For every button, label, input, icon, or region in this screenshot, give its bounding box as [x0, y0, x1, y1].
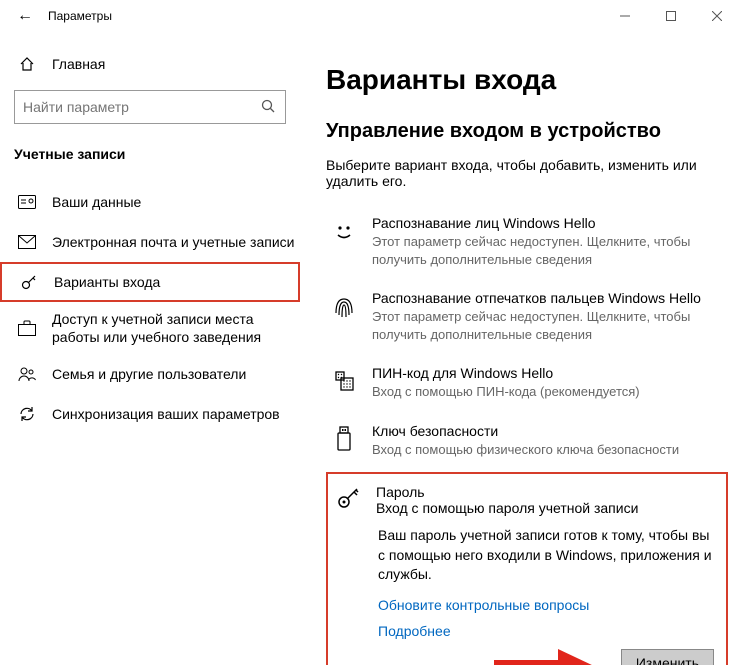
main-content: Варианты входа Управление входом в устро…	[300, 32, 740, 665]
sidebar-item-label: Семья и другие пользователи	[52, 366, 246, 382]
sidebar-item-label: Доступ к учетной записи места работы или…	[52, 310, 300, 346]
arrow-annotation	[494, 649, 594, 665]
option-security-key[interactable]: Ключ безопасности Вход с помощью физичес…	[326, 415, 728, 473]
sidebar-home-label: Главная	[52, 56, 105, 72]
back-button[interactable]: ←	[6, 0, 44, 32]
option-sub: Вход с помощью пароля учетной записи	[376, 500, 638, 516]
usb-icon	[330, 425, 358, 453]
password-description: Ваш пароль учетной записи готов к тому, …	[336, 526, 714, 585]
sidebar-category: Учетные записи	[0, 132, 300, 172]
sync-icon	[18, 405, 36, 423]
option-title: Распознавание отпечатков пальцев Windows…	[372, 290, 720, 306]
face-icon	[330, 217, 358, 245]
section-title: Управление входом в устройство	[326, 120, 728, 143]
titlebar: ← Параметры	[0, 0, 740, 32]
briefcase-icon	[18, 319, 36, 337]
option-face[interactable]: Распознавание лиц Windows Hello Этот пар…	[326, 207, 728, 282]
sidebar-item-label: Варианты входа	[54, 274, 160, 290]
change-button[interactable]: Изменить	[621, 649, 714, 665]
option-sub: Вход с помощью физического ключа безопас…	[372, 441, 679, 459]
option-title: ПИН-код для Windows Hello	[372, 365, 640, 381]
option-password[interactable]: Пароль Вход с помощью пароля учетной зап…	[326, 472, 728, 665]
sidebar: Главная Учетные записи Ваши данные	[0, 32, 300, 665]
sidebar-item-label: Ваши данные	[52, 194, 141, 210]
option-pin[interactable]: ПИН-код для Windows Hello Вход с помощью…	[326, 357, 728, 415]
sidebar-item-your-info[interactable]: Ваши данные	[0, 182, 300, 222]
option-fingerprint[interactable]: Распознавание отпечатков пальцев Windows…	[326, 282, 728, 357]
sidebar-item-email[interactable]: Электронная почта и учетные записи	[0, 222, 300, 262]
page-title: Варианты входа	[326, 64, 728, 96]
home-icon	[18, 55, 36, 73]
sidebar-item-family[interactable]: Семья и другие пользователи	[0, 354, 300, 394]
learn-more-link[interactable]: Подробнее	[378, 623, 714, 639]
search-box[interactable]	[14, 90, 286, 124]
search-input[interactable]	[23, 99, 261, 115]
mail-icon	[18, 233, 36, 251]
card-icon	[18, 193, 36, 211]
update-questions-link[interactable]: Обновите контрольные вопросы	[378, 597, 714, 613]
option-title: Ключ безопасности	[372, 423, 679, 439]
window-title: Параметры	[48, 9, 602, 23]
option-title: Распознавание лиц Windows Hello	[372, 215, 720, 231]
key-icon	[336, 484, 362, 510]
search-icon	[261, 99, 277, 115]
sidebar-item-signin-options[interactable]: Варианты входа	[0, 262, 300, 302]
section-description: Выберите вариант входа, чтобы добавить, …	[326, 157, 728, 189]
option-sub: Этот параметр сейчас недоступен. Щелкнит…	[372, 233, 720, 268]
sidebar-item-label: Синхронизация ваших параметров	[52, 406, 280, 422]
option-sub: Вход с помощью ПИН-кода (рекомендуется)	[372, 383, 640, 401]
sidebar-item-label: Электронная почта и учетные записи	[52, 234, 294, 250]
key-icon	[20, 273, 38, 291]
sidebar-item-work-access[interactable]: Доступ к учетной записи места работы или…	[0, 302, 300, 354]
sidebar-home[interactable]: Главная	[0, 44, 300, 84]
people-icon	[18, 365, 36, 383]
maximize-button[interactable]	[648, 0, 694, 32]
sidebar-item-sync[interactable]: Синхронизация ваших параметров	[0, 394, 300, 434]
pin-icon	[330, 367, 358, 395]
fingerprint-icon	[330, 292, 358, 320]
close-button[interactable]	[694, 0, 740, 32]
minimize-button[interactable]	[602, 0, 648, 32]
option-sub: Этот параметр сейчас недоступен. Щелкнит…	[372, 308, 720, 343]
option-title: Пароль	[376, 484, 638, 500]
